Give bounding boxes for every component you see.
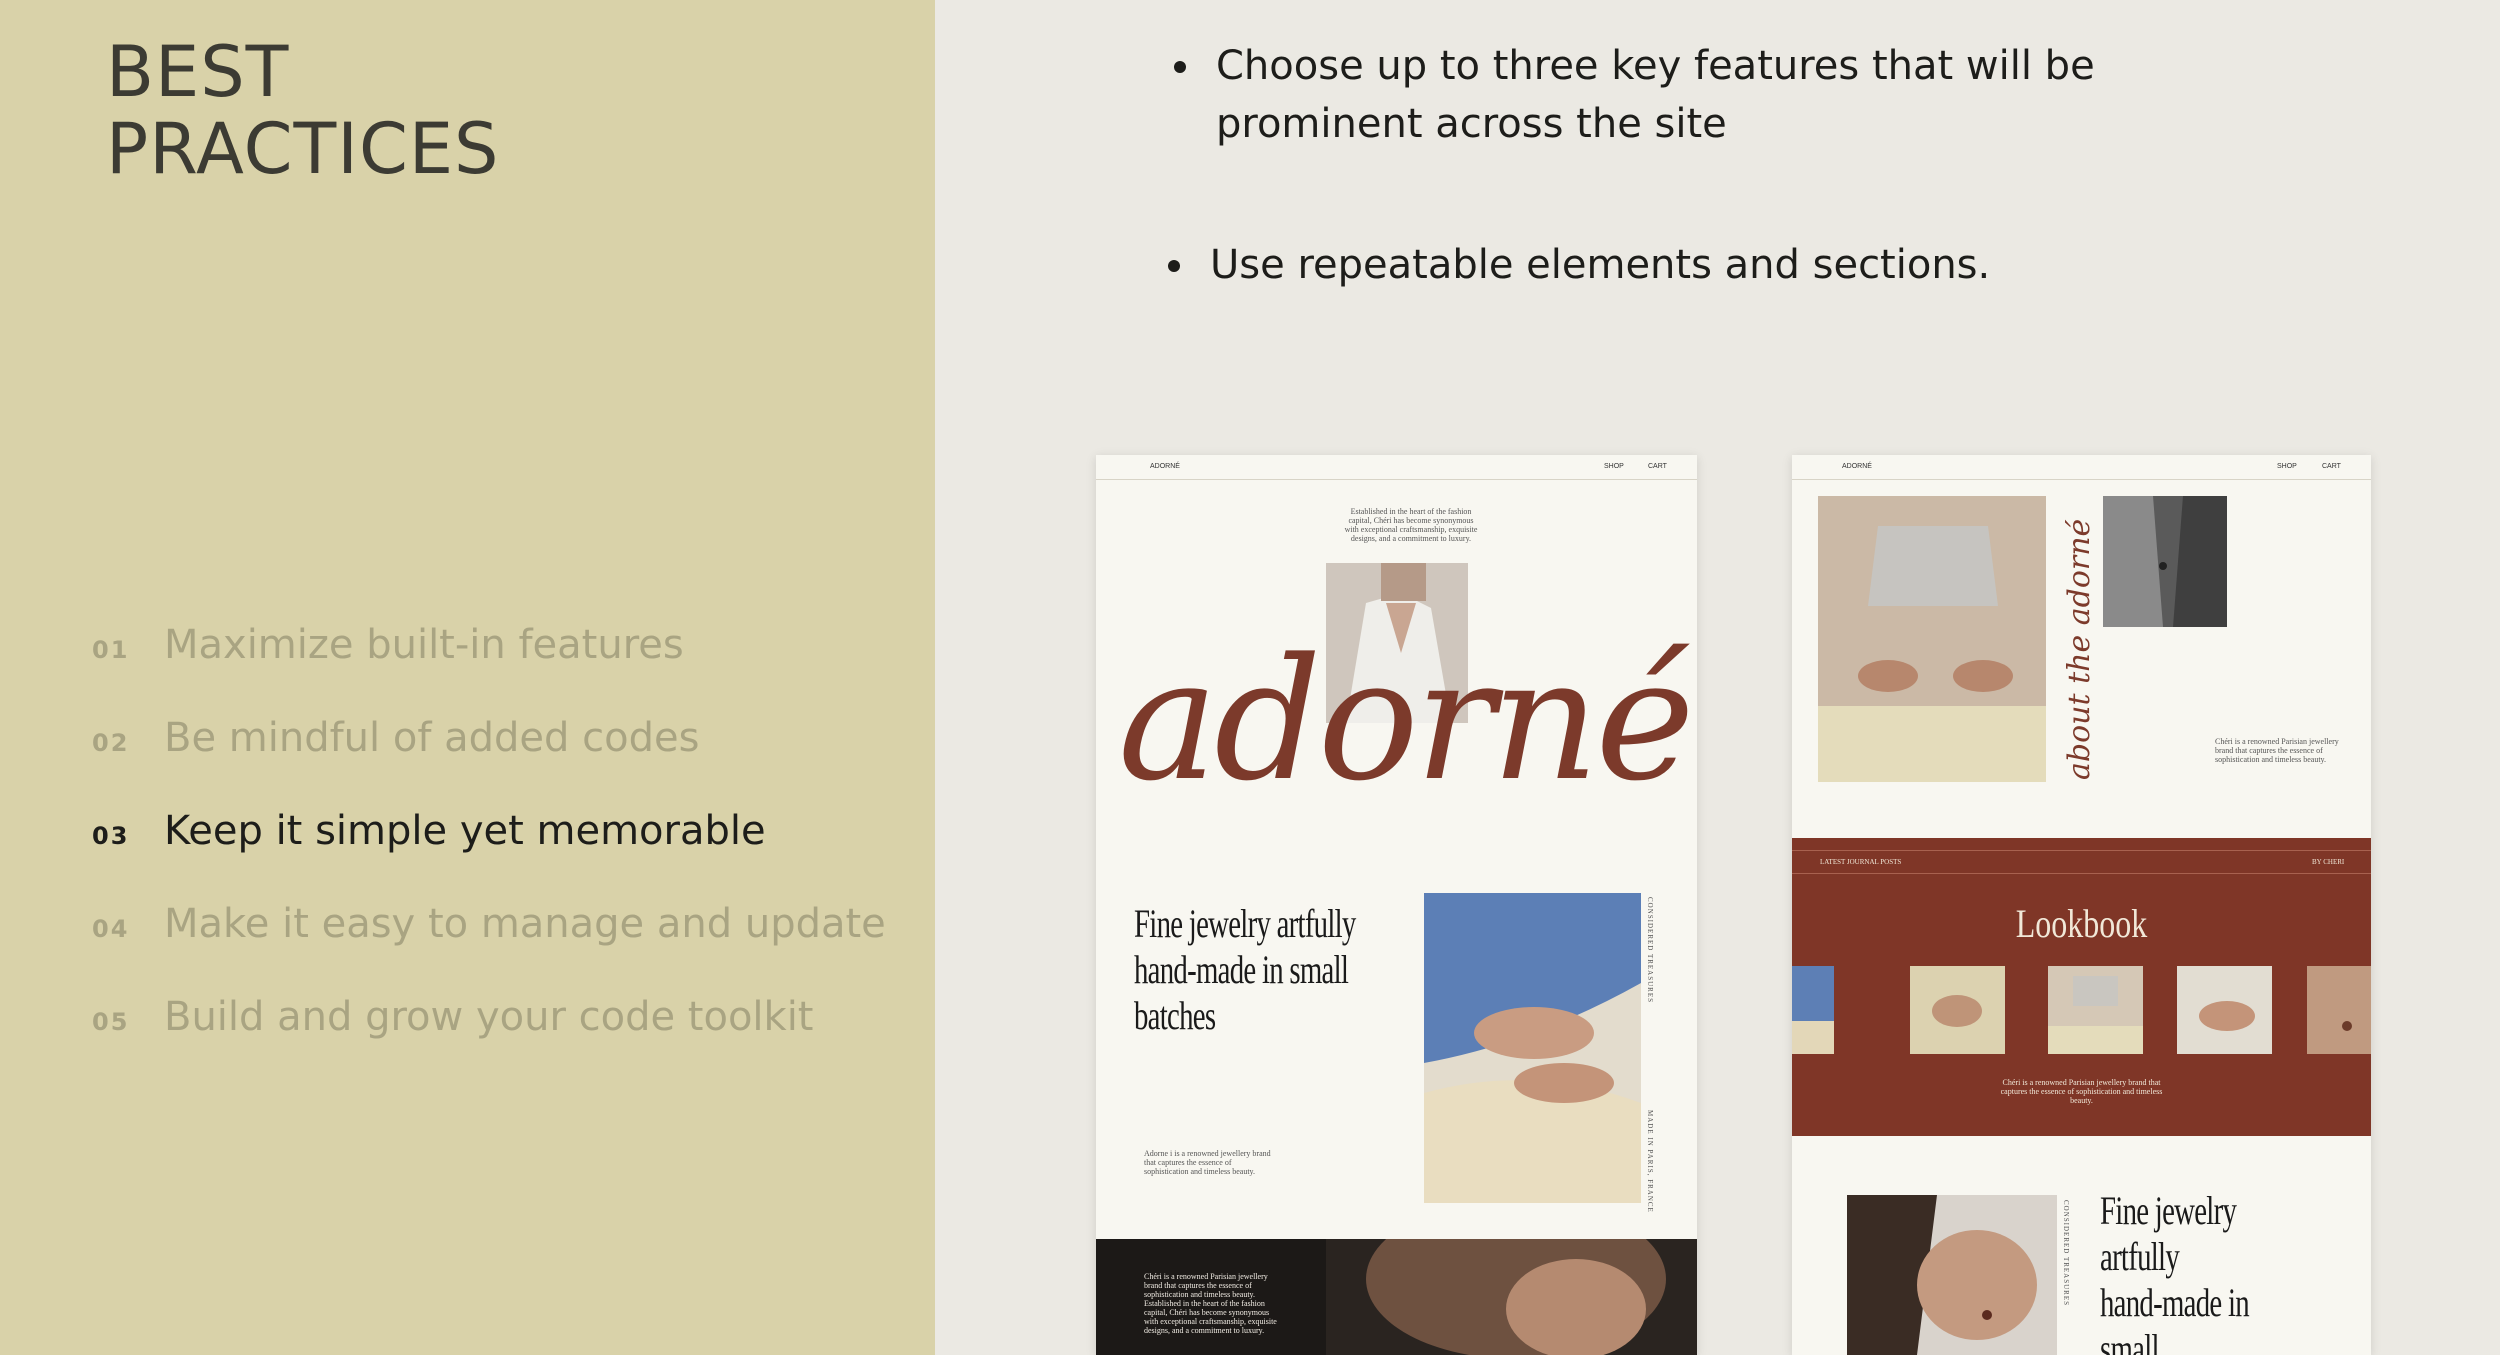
lookbook-thumb[interactable] xyxy=(1792,966,1834,1054)
description-text: Adorne i is a renowned jewellery brand t… xyxy=(1144,1149,1271,1176)
toc-number: 01 xyxy=(92,636,130,664)
band-right-label: BY CHERI xyxy=(2312,858,2345,866)
toc-label: Maximize built-in features xyxy=(164,622,684,668)
bullet-key-features: Choose up to three key features that wil… xyxy=(1174,37,2095,153)
hero-headline: Fine jewelry artfully hand-made in small… xyxy=(2100,1188,2250,1355)
toc-label: Make it easy to manage and update xyxy=(164,901,886,947)
bullet-repeatable-elements: Use repeatable elements and sections. xyxy=(1168,236,1990,294)
website-mockup-about: ADORNÉ SHOP CART about the adorné Chéri … xyxy=(1792,455,2371,1355)
toc-item-build-and-grow-your-code-toolkit[interactable]: 05 Build and grow your code toolkit xyxy=(92,994,814,1040)
woman-portrait-photo xyxy=(1847,1195,2057,1355)
toc-item-maximize-built-in-features[interactable]: 01 Maximize built-in features xyxy=(92,622,684,668)
toc-number: 03 xyxy=(92,822,130,850)
side-text-made-in-paris: MADE IN PARIS, FRANCE xyxy=(1646,1110,1654,1213)
lookbook-description: Chéri is a renowned Parisian jewellery b… xyxy=(2000,1078,2163,1105)
toc-item-keep-it-simple-yet-memorable[interactable]: 03 Keep it simple yet memorable xyxy=(92,808,766,854)
brand-logo: adorné xyxy=(1118,622,1695,818)
nav-shop-link[interactable]: SHOP xyxy=(1604,463,1624,470)
bullet-text: Choose up to three key features that wil… xyxy=(1216,37,2095,153)
necklace-photo xyxy=(2103,496,2227,627)
hands-photo xyxy=(1424,893,1641,1203)
toc-number: 04 xyxy=(92,915,130,943)
about-heading: about the adorné xyxy=(2062,518,2097,780)
intro-text: Established in the heart of the fashion … xyxy=(1344,507,1478,543)
nav-brand[interactable]: ADORNÉ xyxy=(1842,463,1872,470)
bullet-line: prominent across the site xyxy=(1216,101,1727,147)
bullet-dot-icon xyxy=(1168,260,1180,272)
nav-shop-link[interactable]: SHOP xyxy=(2277,463,2297,470)
model-photo xyxy=(1818,496,2046,782)
band-left-label: LATEST JOURNAL POSTS xyxy=(1820,858,1902,866)
website-mockup-home: ADORNÉ SHOP CART Established in the hear… xyxy=(1096,455,1697,1355)
bullet-text: Use repeatable elements and sections. xyxy=(1210,242,1991,288)
portrait-photo xyxy=(1326,1239,1697,1355)
bullet-dot-icon xyxy=(1174,61,1186,73)
lookbook-title: Lookbook xyxy=(2015,901,2148,946)
toc-number: 02 xyxy=(92,729,130,757)
left-panel: BEST PRACTICES 01 Maximize built-in feat… xyxy=(0,0,935,1355)
lookbook-thumb[interactable] xyxy=(1910,966,2005,1054)
hero-headline: Fine jewelry artfully hand-made in small… xyxy=(1134,901,1356,1038)
page-title: BEST PRACTICES xyxy=(106,34,500,188)
toc-item-make-it-easy-to-manage-and-update[interactable]: 04 Make it easy to manage and update xyxy=(92,901,886,947)
band-header: LATEST JOURNAL POSTS BY CHERI xyxy=(1792,850,2371,874)
title-line-2: PRACTICES xyxy=(106,108,500,190)
bullet-line: Choose up to three key features that wil… xyxy=(1216,43,2095,89)
toc-label: Keep it simple yet memorable xyxy=(164,808,766,854)
toc-label: Be mindful of added codes xyxy=(164,715,700,761)
side-text-treasures: CONSIDERED TREASURES xyxy=(2062,1200,2070,1307)
lookbook-thumb[interactable] xyxy=(2307,966,2371,1054)
lookbook-thumb[interactable] xyxy=(2177,966,2272,1054)
lookbook-thumb[interactable] xyxy=(2048,966,2143,1054)
nav-cart-link[interactable]: CART xyxy=(2322,463,2341,470)
footer-section: Chéri is a renowned Parisian jewellery b… xyxy=(1096,1239,1697,1355)
toc-number: 05 xyxy=(92,1008,130,1036)
toc-item-be-mindful-of-added-codes[interactable]: 02 Be mindful of added codes xyxy=(92,715,699,761)
mockup-nav-bar: ADORNÉ SHOP CART xyxy=(1096,455,1697,480)
lookbook-section: LATEST JOURNAL POSTS BY CHERI Lookbook C… xyxy=(1792,838,2371,1136)
nav-cart-link[interactable]: CART xyxy=(1648,463,1667,470)
title-line-1: BEST xyxy=(106,31,290,113)
mockup-nav-bar: ADORNÉ SHOP CART xyxy=(1792,455,2371,480)
toc-label: Build and grow your code toolkit xyxy=(164,994,814,1040)
side-text-treasures: CONSIDERED TREASURES xyxy=(1646,897,1654,1004)
nav-brand[interactable]: ADORNÉ xyxy=(1150,463,1180,470)
about-text: Chéri is a renowned Parisian jewellery b… xyxy=(2215,737,2339,764)
footer-text: Chéri is a renowned Parisian jewellery b… xyxy=(1144,1272,1277,1335)
